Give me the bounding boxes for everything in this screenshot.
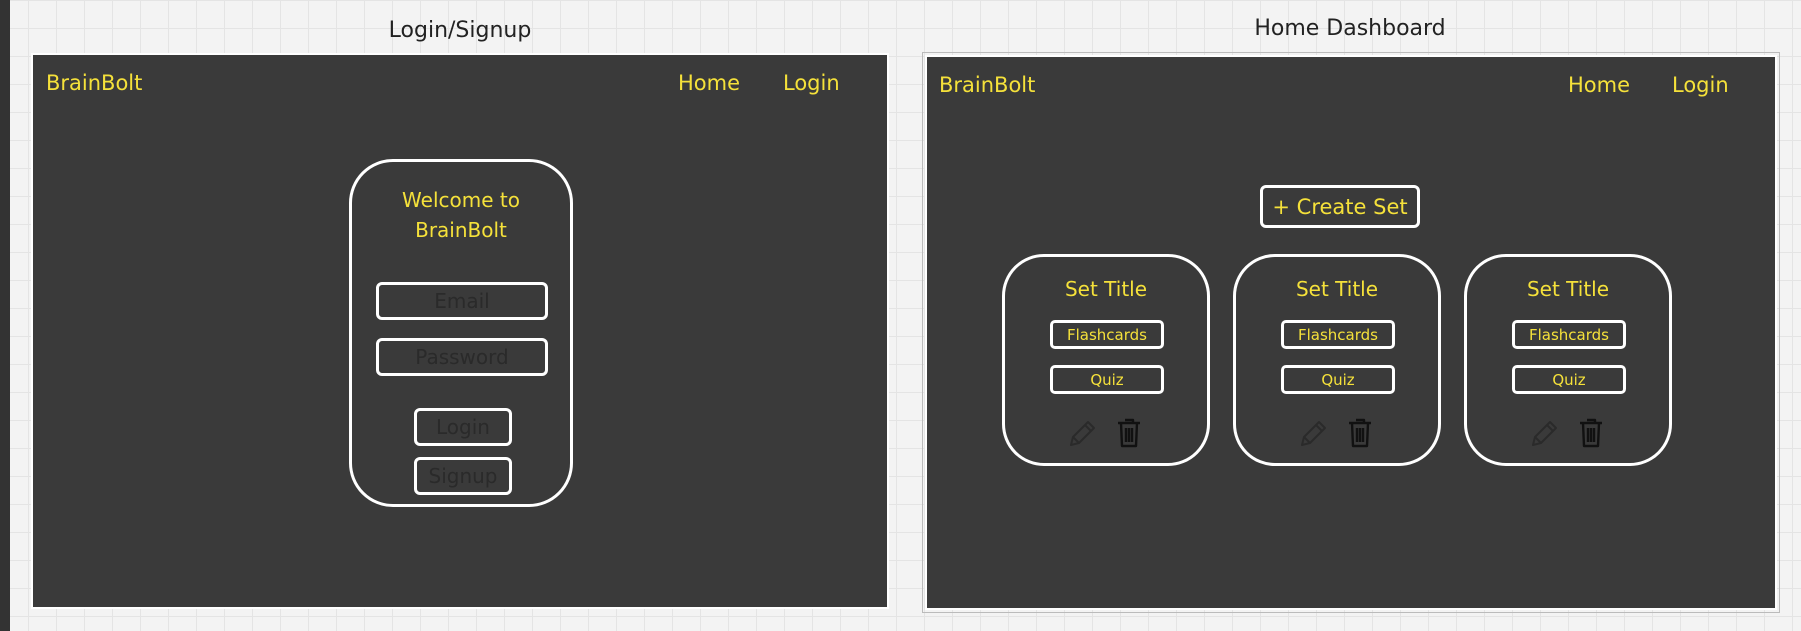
- pencil-icon[interactable]: [1529, 417, 1559, 449]
- quiz-button[interactable]: Quiz: [1512, 365, 1626, 394]
- set-card: Set Title Flashcards Quiz: [1464, 254, 1672, 466]
- create-set-button[interactable]: + Create Set: [1260, 185, 1420, 228]
- welcome-line-2: BrainBolt: [415, 218, 507, 242]
- trash-icon[interactable]: [1345, 417, 1375, 449]
- canvas-edge: [0, 0, 10, 631]
- welcome-line-1: Welcome to: [402, 188, 520, 212]
- set-card: Set Title Flashcards Quiz: [1233, 254, 1441, 466]
- quiz-button[interactable]: Quiz: [1281, 365, 1395, 394]
- email-field[interactable]: Email: [376, 282, 548, 320]
- set-title: Set Title: [1526, 277, 1610, 301]
- password-field[interactable]: Password: [376, 338, 548, 376]
- quiz-button[interactable]: Quiz: [1050, 365, 1164, 394]
- nav-home[interactable]: Home: [1568, 73, 1630, 97]
- trash-icon[interactable]: [1576, 417, 1606, 449]
- frame-label-dashboard: Home Dashboard: [1254, 16, 1446, 41]
- trash-icon[interactable]: [1114, 417, 1144, 449]
- set-title: Set Title: [1064, 277, 1148, 301]
- signup-button[interactable]: Signup: [414, 457, 512, 495]
- login-card: Welcome to BrainBolt Email Password Logi…: [349, 159, 573, 507]
- nav-home[interactable]: Home: [678, 71, 740, 95]
- login-frame: BrainBolt Home Login Welcome to BrainBol…: [31, 53, 889, 609]
- set-title: Set Title: [1295, 277, 1379, 301]
- nav-login[interactable]: Login: [1672, 73, 1729, 97]
- pencil-icon[interactable]: [1067, 417, 1097, 449]
- frame-label-login: Login/Signup: [388, 18, 532, 43]
- flashcards-button[interactable]: Flashcards: [1512, 320, 1626, 349]
- flashcards-button[interactable]: Flashcards: [1281, 320, 1395, 349]
- brand-logo: BrainBolt: [939, 73, 1036, 97]
- flashcards-button[interactable]: Flashcards: [1050, 320, 1164, 349]
- brand-logo: BrainBolt: [46, 71, 143, 95]
- nav-login[interactable]: Login: [783, 71, 840, 95]
- login-button[interactable]: Login: [414, 408, 512, 446]
- set-card: Set Title Flashcards Quiz: [1002, 254, 1210, 466]
- pencil-icon[interactable]: [1298, 417, 1328, 449]
